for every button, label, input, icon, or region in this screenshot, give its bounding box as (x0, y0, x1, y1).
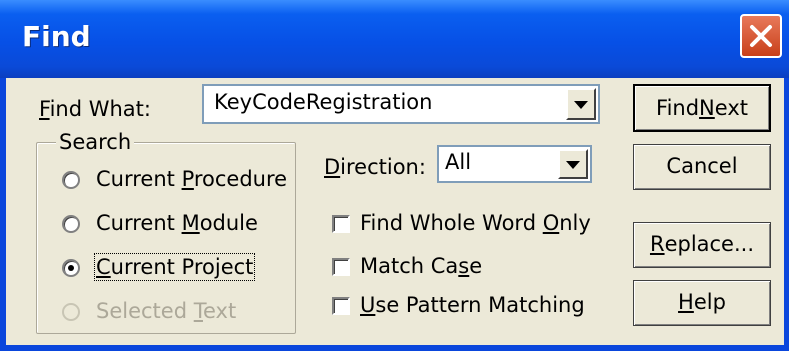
checkbox-label-match-case[interactable]: Match Case (360, 254, 482, 278)
find-what-dropdown-button[interactable] (566, 88, 596, 120)
direction-dropdown-button[interactable] (558, 149, 588, 179)
radio-selected-text (62, 303, 80, 321)
radio-current-module[interactable] (62, 215, 80, 233)
radio-selected-dot (68, 265, 74, 271)
direction-label: Direction: (324, 155, 426, 179)
checkbox-find-whole-word[interactable] (332, 215, 350, 233)
close-icon (750, 25, 772, 47)
find-what-combobox[interactable]: KeyCodeRegistration (202, 84, 600, 124)
search-group-title: Search (56, 130, 135, 154)
find-next-label: Find Next (656, 96, 748, 120)
cancel-button[interactable]: Cancel (633, 144, 771, 190)
radio-label-selected-text: Selected Text (96, 299, 237, 323)
find-what-input[interactable]: KeyCodeRegistration (214, 90, 432, 114)
radio-current-procedure[interactable] (62, 171, 80, 189)
help-label: Help (678, 290, 726, 314)
checkbox-label-find-whole-word[interactable]: Find Whole Word Only (360, 211, 591, 235)
checkbox-label-use-pattern-matching[interactable]: Use Pattern Matching (360, 293, 585, 317)
direction-combobox[interactable]: All (437, 145, 592, 183)
chevron-down-icon (574, 101, 588, 109)
find-next-button[interactable]: Find Next (633, 84, 771, 132)
radio-label-current-module[interactable]: Current Module (96, 211, 258, 235)
radio-label-current-procedure[interactable]: Current Procedure (96, 167, 287, 191)
replace-button[interactable]: Replace... (633, 222, 771, 268)
find-what-label: Find What: (39, 97, 151, 121)
cancel-label: Cancel (666, 154, 738, 178)
radio-current-project[interactable] (62, 259, 80, 277)
close-button[interactable] (740, 14, 782, 58)
chevron-down-icon (566, 161, 580, 169)
title-bar[interactable]: Find (0, 0, 789, 78)
checkbox-match-case[interactable] (332, 258, 350, 276)
window-title: Find (22, 20, 91, 53)
find-dialog: Find Find What: KeyCodeRegistration Sear… (0, 0, 789, 351)
radio-label-current-project[interactable]: Current Project (93, 253, 256, 281)
checkbox-use-pattern-matching[interactable] (332, 297, 350, 315)
replace-label: Replace... (649, 232, 755, 256)
help-button[interactable]: Help (633, 280, 771, 326)
direction-value: All (445, 150, 472, 174)
